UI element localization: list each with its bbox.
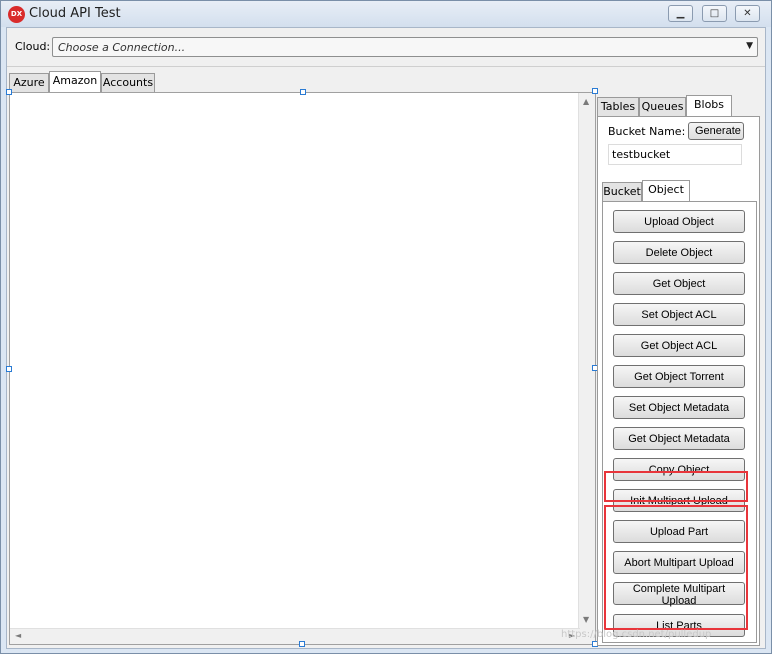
get-object-metadata-button[interactable]: Get Object Metadata	[613, 427, 745, 450]
upload-part-button[interactable]: Upload Part	[613, 520, 745, 543]
init-multipart-upload-button[interactable]: Init Multipart Upload	[613, 489, 745, 512]
app-logo-icon: DX	[8, 6, 25, 23]
resize-handle[interactable]	[6, 89, 12, 95]
divider	[7, 66, 765, 67]
resize-handle[interactable]	[6, 366, 12, 372]
title-bar: DX Cloud API Test ▁ □ ✕	[1, 1, 771, 27]
tab-queues[interactable]: Queues	[639, 97, 686, 116]
upload-object-button[interactable]: Upload Object	[613, 210, 745, 233]
tab-tables[interactable]: Tables	[597, 97, 639, 116]
maximize-button[interactable]: □	[702, 5, 727, 22]
blob-panel: Tables Queues Blobs Bucket Name: Generat…	[597, 92, 765, 647]
get-object-torrent-button[interactable]: Get Object Torrent	[613, 365, 745, 388]
complete-multipart-upload-button[interactable]: Complete Multipart Upload	[613, 582, 745, 607]
tab-amazon[interactable]: Amazon	[49, 71, 101, 92]
copy-object-button[interactable]: Copy Object	[613, 458, 745, 481]
scroll-down-icon[interactable]: ▼	[583, 615, 589, 624]
delete-object-button[interactable]: Delete Object	[613, 241, 745, 264]
tab-blobs[interactable]: Blobs	[686, 95, 732, 116]
window-title: Cloud API Test	[29, 6, 121, 21]
object-tab-content: Upload Object Delete Object Get Object S…	[602, 201, 757, 643]
tab-object[interactable]: Object	[642, 180, 690, 201]
get-object-acl-button[interactable]: Get Object ACL	[613, 334, 745, 357]
cloud-label: Cloud:	[15, 40, 51, 53]
scroll-up-icon[interactable]: ▲	[583, 97, 589, 106]
tab-accounts[interactable]: Accounts	[101, 73, 155, 92]
client-area: Cloud: Choose a Connection... ▼ Azure Am…	[6, 27, 766, 649]
chevron-down-icon[interactable]: ▼	[746, 41, 753, 51]
bucket-name-label: Bucket Name:	[608, 125, 686, 138]
scroll-left-icon[interactable]: ◄	[15, 631, 21, 640]
output-panel[interactable]: ▲ ▼ ◄ ►	[6, 89, 596, 645]
tab-azure[interactable]: Azure	[9, 73, 49, 92]
bucket-name-input[interactable]: testbucket	[608, 144, 742, 165]
app-window: DX Cloud API Test ▁ □ ✕ Cloud: Choose a …	[0, 0, 772, 654]
blobs-tab-content: Bucket Name: Generate testbucket Bucket …	[597, 116, 760, 646]
resize-handle[interactable]	[299, 641, 305, 647]
minimize-button[interactable]: ▁	[668, 5, 693, 22]
set-object-metadata-button[interactable]: Set Object Metadata	[613, 396, 745, 419]
resize-handle[interactable]	[300, 89, 306, 95]
abort-multipart-upload-button[interactable]: Abort Multipart Upload	[613, 551, 745, 574]
close-button[interactable]: ✕	[735, 5, 760, 22]
watermark-text: https://blog.csdn.net/pulledup	[561, 629, 712, 640]
connection-select-value: Choose a Connection...	[58, 41, 186, 54]
horizontal-scrollbar[interactable]: ◄ ►	[10, 628, 580, 644]
set-object-acl-button[interactable]: Set Object ACL	[613, 303, 745, 326]
tab-bucket[interactable]: Bucket	[602, 182, 642, 201]
get-object-button[interactable]: Get Object	[613, 272, 745, 295]
connection-select[interactable]: Choose a Connection... ▼	[52, 37, 758, 57]
generate-button[interactable]: Generate	[688, 122, 744, 140]
